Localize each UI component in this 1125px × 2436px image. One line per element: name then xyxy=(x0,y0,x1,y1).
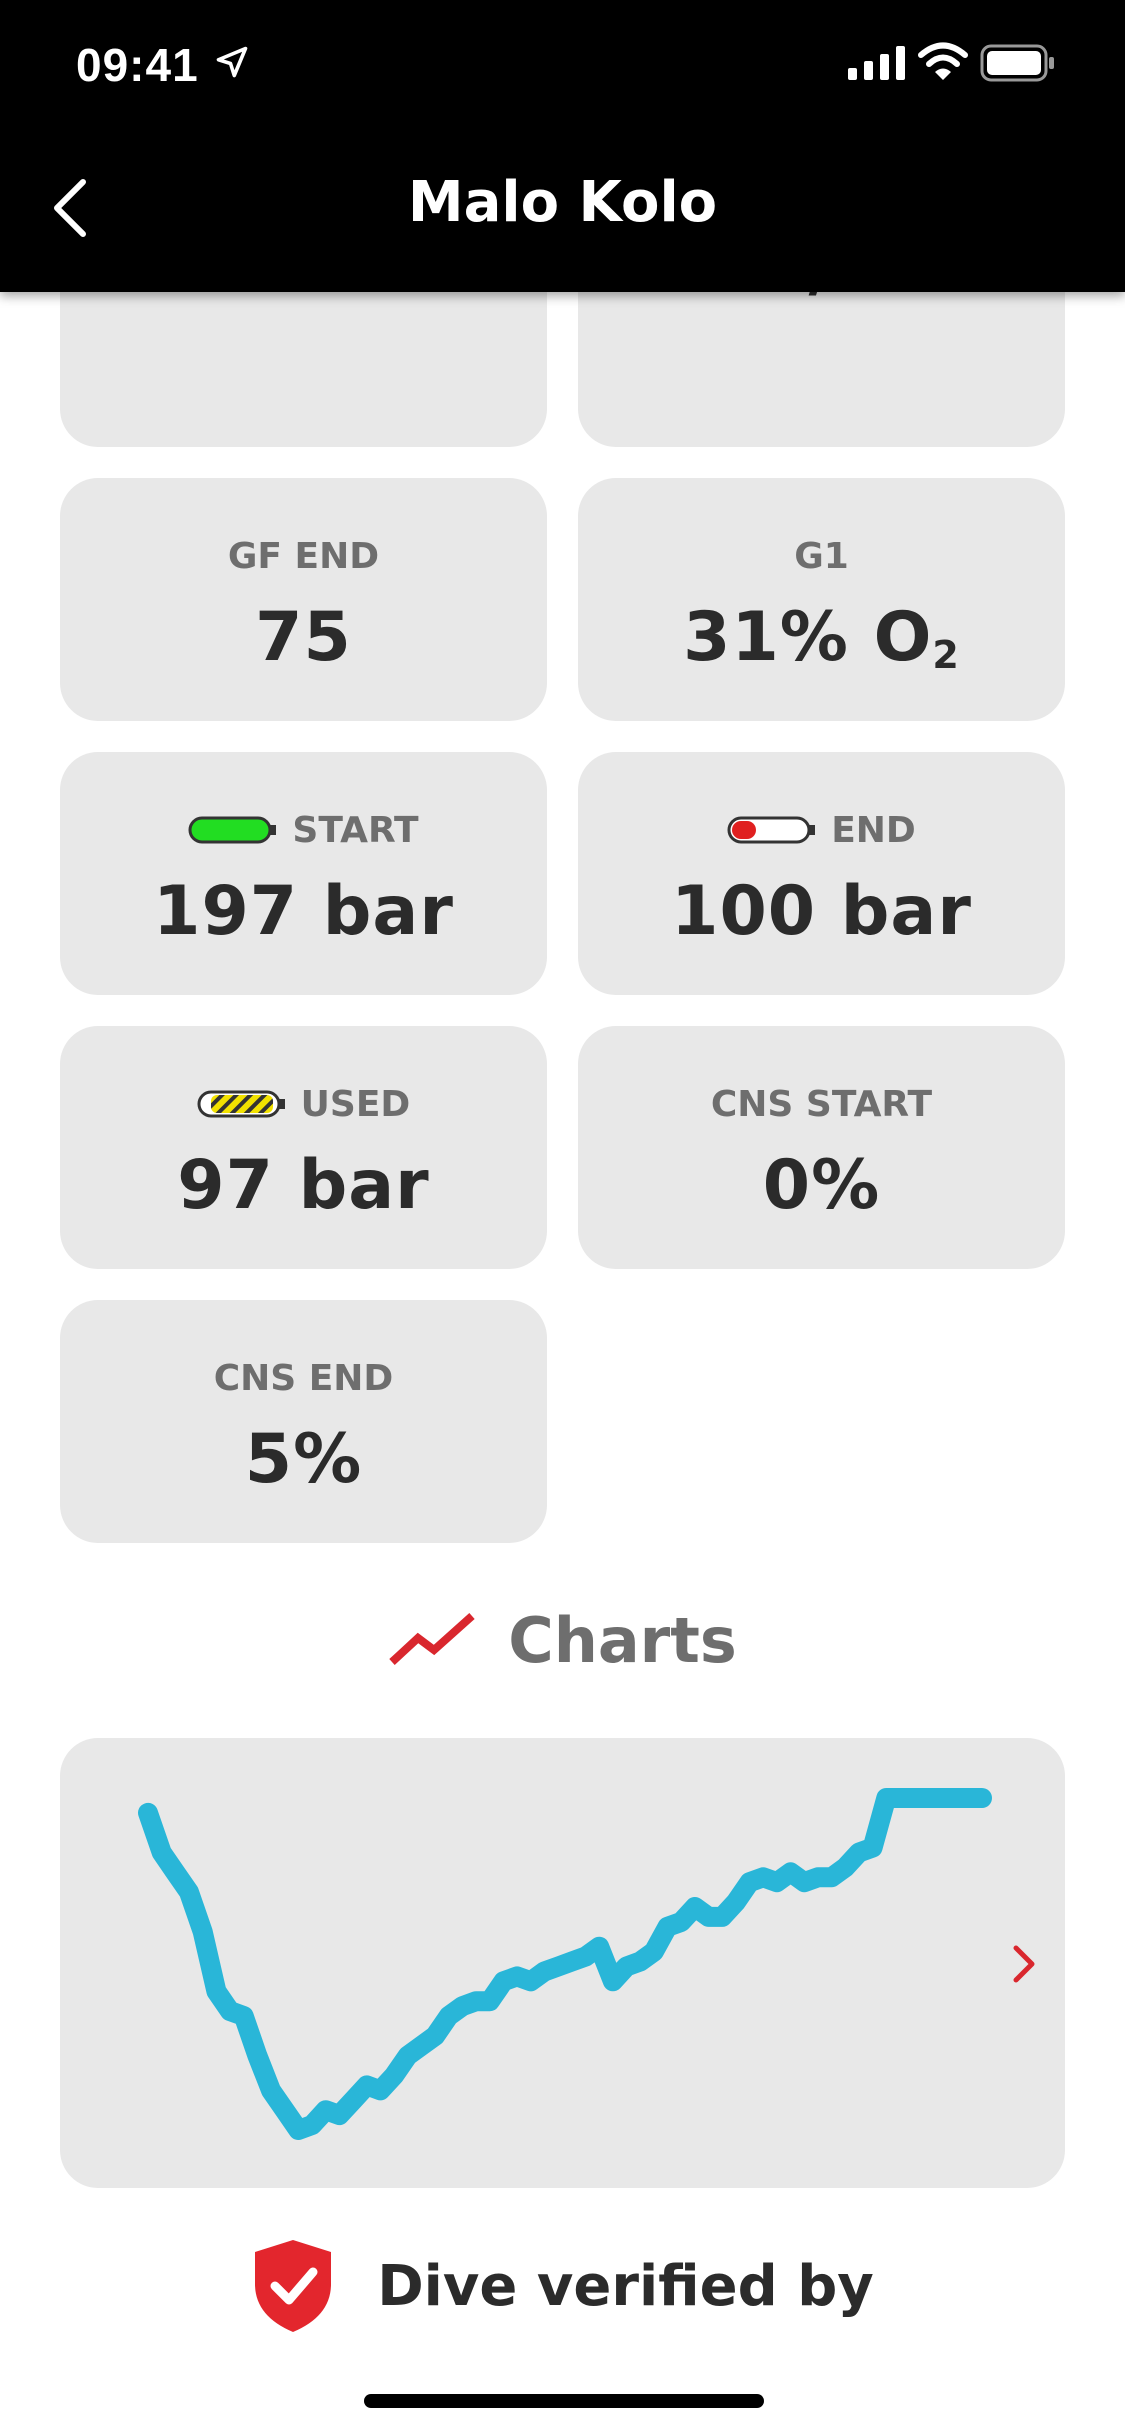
tank-used-icon xyxy=(197,1090,285,1118)
gas-subscript: 2 xyxy=(932,633,960,677)
stat-label: START xyxy=(292,809,419,851)
chevron-right-icon[interactable] xyxy=(1010,1942,1038,1986)
location-arrow-icon xyxy=(216,46,248,78)
stat-label: G1 xyxy=(794,535,849,577)
shield-check-icon xyxy=(255,2240,332,2332)
stat-label: END xyxy=(831,809,916,851)
tank-full-icon xyxy=(188,816,277,844)
stat-label: CNS START xyxy=(710,1083,933,1125)
dive-verified-text: Dive verified by xyxy=(377,2253,874,2319)
tank-low-icon xyxy=(727,816,816,844)
home-indicator xyxy=(364,2394,764,2408)
wifi-icon xyxy=(918,42,968,80)
stat-tile-pressure-end: END 100 bar xyxy=(578,752,1065,995)
charts-heading: Charts xyxy=(508,1603,737,1677)
stat-label-row: END xyxy=(578,808,1065,852)
stat-label: GF END xyxy=(227,535,380,577)
stat-value: 0% xyxy=(762,1146,881,1225)
status-time: 09:41 xyxy=(76,39,199,91)
stat-tile-gf-end: GF END 75 xyxy=(60,478,547,721)
stat-value: 100 bar xyxy=(671,872,972,951)
stat-tile-pressure-start: START 197 bar xyxy=(60,752,547,995)
stat-label: USED xyxy=(300,1083,411,1125)
stat-value: 5% xyxy=(244,1420,363,1499)
gas-value: 31% O xyxy=(683,598,933,677)
dive-profile-chart[interactable] xyxy=(60,1738,1065,2188)
navigation-bar: 09:41 Malo Kolo xyxy=(0,0,1125,292)
stat-tile-cns-start: CNS START 0% xyxy=(578,1026,1065,1269)
dive-verified-row: Dive verified by xyxy=(0,2236,1125,2336)
stat-tile-gas-1: G1 31% O2 xyxy=(578,478,1065,721)
stat-label: CNS END xyxy=(213,1357,394,1399)
charts-section-header: Charts xyxy=(0,1600,1125,1680)
battery-icon xyxy=(980,44,1054,82)
stat-label-row: START xyxy=(60,808,547,852)
stat-value: 97 bar xyxy=(177,1146,430,1225)
stat-value: 31% O2 xyxy=(578,598,1065,677)
trend-icon xyxy=(389,1613,475,1665)
stat-value: 75 xyxy=(255,598,352,677)
stat-label-row: USED xyxy=(60,1082,547,1126)
dive-profile-plot xyxy=(138,1788,992,2140)
depth-series-line xyxy=(138,1788,992,2140)
stat-tile-pressure-used: USED 97 bar xyxy=(60,1026,547,1269)
page-title: Malo Kolo xyxy=(407,170,718,235)
stat-tile-cns-end: CNS END 5% xyxy=(60,1300,547,1543)
stat-value: 197 bar xyxy=(153,872,454,951)
cellular-signal-icon xyxy=(848,46,905,80)
